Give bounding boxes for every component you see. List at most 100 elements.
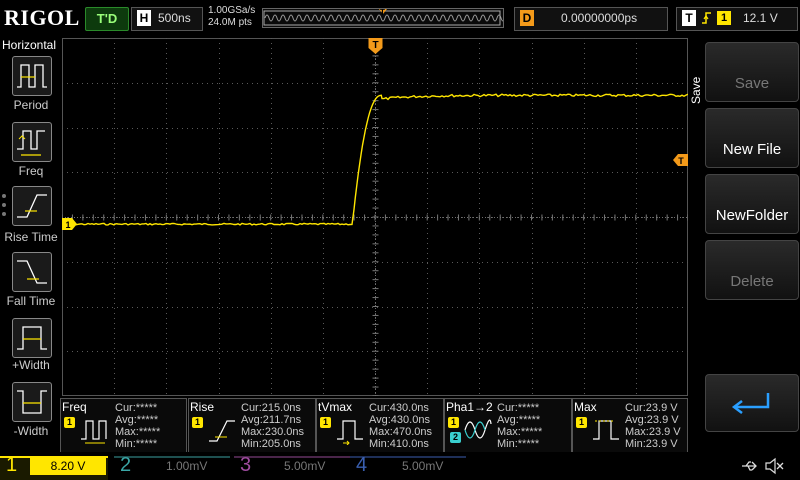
source-badge: 1 — [192, 417, 203, 428]
delete-button[interactable]: Delete — [705, 240, 799, 300]
trigger-box[interactable]: T 1 12.1 V — [676, 7, 798, 31]
measurement-max[interactable]: Max 1 Cur:23.9 V Avg:23.9 V Max:23.9 V M… — [572, 398, 688, 454]
softkey-menu: Save Save New File NewFolder Delete — [688, 38, 800, 450]
source-badge: 1 — [320, 417, 331, 428]
measurement-min: Min:***** — [497, 438, 540, 450]
channel-3-scale: 5.00mV — [284, 459, 326, 473]
waveform-display[interactable]: T T 1 — [61, 37, 689, 397]
period-label: Period — [13, 98, 49, 112]
delay-label: D — [520, 10, 534, 26]
measurement-phase[interactable]: Pha1→2 1 2 Cur:***** Avg:***** Max:*****… — [444, 398, 572, 454]
svg-text:T: T — [678, 156, 684, 166]
delay-box[interactable]: D 0.00000000ps — [514, 7, 668, 31]
speaker-muted-icon[interactable] — [764, 457, 784, 480]
source-badge: 1 — [576, 417, 587, 428]
measurement-cur: Cur:430.0ns — [369, 402, 429, 414]
trigger-status-badge: T'D — [85, 7, 129, 31]
delete-button-label: Delete — [730, 273, 774, 290]
negative-width-button[interactable] — [12, 382, 52, 422]
source2-badge: 2 — [450, 432, 461, 443]
channel-bar: 1 8.20 V 2 1.00mV 3 5.00mV 4 5.00mV — [0, 452, 800, 480]
measurement-name: Max — [574, 400, 597, 414]
measurement-name: tVmax — [318, 400, 353, 414]
graticule: T T 1 — [61, 37, 689, 397]
return-button[interactable] — [705, 374, 799, 432]
measurement-avg: Avg:430.0ns — [369, 414, 430, 426]
positive-width-icon — [17, 326, 47, 350]
memory-trigger-marker: T — [380, 8, 385, 17]
period-icon — [17, 64, 47, 88]
usb-icon — [740, 458, 758, 479]
measurement-max: Max:***** — [497, 426, 543, 438]
vmax-icon — [593, 420, 619, 440]
freq-button[interactable] — [12, 122, 52, 162]
measurement-rise[interactable]: Rise 1 Cur:215.0ns Avg:211.7ns Max:230.0… — [188, 398, 316, 454]
negative-width-icon — [17, 390, 47, 414]
measurement-avg: Avg:23.9 V — [625, 414, 679, 426]
measurement-cur: Cur:***** — [115, 402, 158, 414]
trigger-level-marker[interactable]: T — [673, 154, 688, 166]
brand-logo: RIGOL — [4, 5, 80, 30]
fall-time-icon — [17, 260, 47, 284]
sample-rate: 1.00GSa/s — [208, 5, 256, 16]
trigger-source-badge: 1 — [717, 11, 731, 25]
svg-text:1: 1 — [65, 220, 70, 230]
channel-2-scale: 1.00mV — [166, 459, 208, 473]
trigger-level-value: 12.1 V — [743, 11, 778, 25]
rise-time-icon — [17, 194, 47, 218]
save-button-label: Save — [734, 75, 770, 92]
timebase-value: 500ns — [158, 11, 191, 25]
measurement-min: Min:205.0ns — [241, 438, 301, 450]
measurement-avg: Avg:***** — [497, 414, 541, 426]
delay-value: 0.00000000ps — [561, 11, 638, 25]
measurement-max: Max:230.0ns — [241, 426, 304, 438]
measure-sidebar: Horizontal Period Freq Rise Time Fall Ti… — [0, 38, 62, 450]
memory-depth: 24.0M pts — [208, 17, 252, 28]
measurement-tvmax[interactable]: tVmax 1 Cur:430.0ns Avg:430.0ns Max:470.… — [316, 398, 444, 454]
measurement-min: Min:23.9 V — [625, 438, 678, 450]
rise-time-button[interactable] — [12, 186, 52, 226]
svg-text:T: T — [372, 40, 378, 51]
measurement-cur: Cur:***** — [497, 402, 540, 414]
top-status-bar: RIGOL T'D H 500ns 1.00GSa/s 24.0M pts T … — [0, 0, 800, 36]
measurement-freq[interactable]: Freq 1 Cur:***** Avg:***** Max:***** Min… — [60, 398, 187, 454]
measurement-max: Max:***** — [115, 426, 161, 438]
save-button[interactable]: Save — [705, 42, 799, 102]
trigger-label: T — [682, 10, 696, 26]
return-arrow-icon — [731, 393, 770, 414]
measurement-name: Rise — [190, 400, 215, 414]
source-badge: 1 — [448, 417, 459, 428]
rising-edge-icon — [701, 10, 713, 29]
memory-position-bar: T — [262, 8, 504, 28]
sidebar-title: Horizontal — [2, 38, 57, 52]
measurement-cur: Cur:23.9 V — [625, 402, 678, 414]
freq-label: Freq — [18, 164, 44, 178]
period-button[interactable] — [12, 56, 52, 96]
menu-title: Save — [688, 58, 704, 108]
positive-width-label: +Width — [12, 358, 50, 372]
channel-1-number: 1 — [6, 454, 18, 476]
measurement-min: Min:***** — [115, 438, 158, 450]
negative-width-label: -Width — [13, 424, 49, 438]
source-badge: 1 — [64, 417, 75, 428]
frequency-icon — [17, 130, 45, 156]
new-folder-button[interactable]: NewFolder — [705, 174, 799, 234]
measurement-cur: Cur:215.0ns — [241, 402, 301, 414]
measurement-max: Max:23.9 V — [625, 426, 681, 438]
channel-1-offset-marker[interactable]: 1 — [62, 218, 77, 230]
frequency-icon — [81, 420, 107, 444]
fall-time-button[interactable] — [12, 252, 52, 292]
channel-2-number: 2 — [120, 454, 132, 476]
channel-1-scale: 8.20 V — [30, 457, 106, 475]
new-folder-button-label: NewFolder — [715, 207, 789, 224]
measurement-name: Freq — [62, 400, 87, 414]
menu-title-text: Save — [689, 76, 703, 104]
measurement-avg: Avg:211.7ns — [241, 414, 302, 426]
channel-3-number: 3 — [240, 454, 252, 476]
trigger-position-marker[interactable]: T — [368, 38, 383, 54]
positive-width-button[interactable] — [12, 318, 52, 358]
timebase-box[interactable]: H 500ns — [131, 7, 203, 31]
channel-4-number: 4 — [356, 454, 368, 476]
rise-time-icon — [209, 420, 235, 442]
new-file-button[interactable]: New File — [705, 108, 799, 168]
